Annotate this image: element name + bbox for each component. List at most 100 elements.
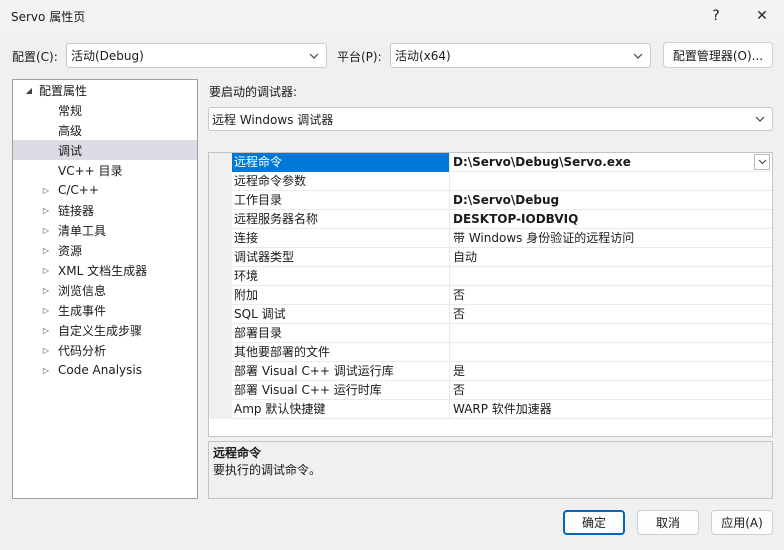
property-name[interactable]: Amp 默认快捷键: [232, 400, 450, 419]
tree-item[interactable]: ▷ XML 文档生成器: [13, 260, 197, 280]
row-gutter: [209, 381, 232, 400]
property-name[interactable]: 部署 Visual C++ 调试运行库: [232, 362, 450, 381]
ok-button[interactable]: 确定: [563, 510, 625, 535]
expander-arrow-icon[interactable]: ▷: [40, 264, 52, 276]
close-button[interactable]: ✕: [742, 0, 782, 32]
property-value[interactable]: WARP 软件加速器: [453, 400, 753, 419]
property-value[interactable]: D:\Servo\Debug: [453, 191, 753, 210]
tree-item[interactable]: 调试: [13, 140, 197, 160]
property-row[interactable]: SQL 调试否: [209, 305, 772, 324]
expander-arrow-icon[interactable]: ▷: [40, 204, 52, 216]
tree-item[interactable]: ▷ 清单工具: [13, 220, 197, 240]
property-name[interactable]: 连接: [232, 229, 450, 248]
property-name[interactable]: 部署 Visual C++ 运行时库: [232, 381, 450, 400]
tree-item[interactable]: ▷ 资源: [13, 240, 197, 260]
tree-item[interactable]: ▷ 自定义生成步骤: [13, 320, 197, 340]
property-row[interactable]: 部署 Visual C++ 运行时库否: [209, 381, 772, 400]
property-value[interactable]: [453, 343, 753, 362]
row-gutter: [209, 267, 232, 286]
property-name[interactable]: 远程服务器名称: [232, 210, 450, 229]
tree-item-label: 清单工具: [58, 223, 107, 238]
property-value[interactable]: D:\Servo\Debug\Servo.exe: [453, 153, 753, 172]
property-row[interactable]: 部署 Visual C++ 调试运行库是: [209, 362, 772, 381]
tree-item[interactable]: ▷ 代码分析: [13, 340, 197, 360]
property-row[interactable]: 部署目录: [209, 324, 772, 343]
property-row[interactable]: 连接带 Windows 身份验证的远程访问: [209, 229, 772, 248]
property-tree[interactable]: ◢ 配置属性 常规 高级 调试 VC++ 目录 ▷ C/C++ ▷ 链接器 ▷ 清单工具 ▷ 资源 ▷ XML…: [12, 79, 198, 499]
property-name[interactable]: 工作目录: [232, 191, 450, 210]
description-panel: 远程命令 要执行的调试命令。: [208, 441, 773, 499]
tree-item-label: 浏览信息: [58, 283, 107, 298]
property-value[interactable]: [453, 324, 753, 343]
row-gutter: [209, 229, 232, 248]
property-value[interactable]: [453, 172, 753, 191]
property-row[interactable]: 工作目录 D:\Servo\Debug: [209, 191, 772, 210]
expander-arrow-icon[interactable]: ▷: [40, 364, 52, 376]
chevron-down-icon[interactable]: [754, 154, 770, 170]
property-value[interactable]: DESKTOP-IODBVIQ: [453, 210, 753, 229]
property-row[interactable]: 环境: [209, 267, 772, 286]
tree-item[interactable]: ▷ 浏览信息: [13, 280, 197, 300]
tree-item[interactable]: ▷ 生成事件: [13, 300, 197, 320]
property-name[interactable]: SQL 调试: [232, 305, 450, 324]
debugger-label: 要启动的调试器:: [209, 85, 298, 99]
property-name[interactable]: 附加: [232, 286, 450, 305]
property-row[interactable]: 远程命令参数: [209, 172, 772, 191]
tree-item[interactable]: ▷ Code Analysis: [13, 360, 197, 380]
expander-arrow-icon[interactable]: ▷: [40, 344, 52, 356]
expander-arrow-icon[interactable]: ▷: [40, 324, 52, 336]
expander-arrow-icon[interactable]: ◢: [23, 84, 35, 96]
expander-arrow-icon[interactable]: ▷: [40, 224, 52, 236]
property-row[interactable]: 附加否: [209, 286, 772, 305]
config-select[interactable]: 活动(Debug): [66, 43, 327, 68]
tree-item-label: 配置属性: [39, 83, 88, 98]
property-name[interactable]: 远程命令: [232, 153, 450, 172]
row-gutter: [209, 172, 232, 191]
chevron-down-icon: [752, 111, 768, 127]
tree-item[interactable]: 常规: [13, 100, 197, 120]
property-value[interactable]: 是: [453, 362, 753, 381]
row-gutter: [209, 248, 232, 267]
expander-arrow-icon[interactable]: ▷: [40, 184, 52, 196]
tree-item[interactable]: VC++ 目录: [13, 160, 197, 180]
property-row[interactable]: 其他要部署的文件: [209, 343, 772, 362]
property-grid[interactable]: 远程命令 D:\Servo\Debug\Servo.exe 远程命令参数 工作目录 D:…: [208, 152, 773, 437]
help-button[interactable]: ?: [696, 0, 736, 32]
property-value[interactable]: 否: [453, 286, 753, 305]
chevron-down-icon: [630, 48, 646, 64]
expander-arrow-icon[interactable]: ▷: [40, 284, 52, 296]
tree-item-label: 自定义生成步骤: [58, 323, 143, 338]
property-name[interactable]: 调试器类型: [232, 248, 450, 267]
property-row[interactable]: Amp 默认快捷键 WARP 软件加速器: [209, 400, 772, 419]
property-value[interactable]: 否: [453, 305, 753, 324]
tree-item[interactable]: 高级: [13, 120, 197, 140]
property-value[interactable]: [453, 267, 753, 286]
row-gutter: [209, 286, 232, 305]
property-name[interactable]: 环境: [232, 267, 450, 286]
tree-item-label: C/C++: [58, 183, 99, 197]
property-value[interactable]: 否: [453, 381, 753, 400]
property-name[interactable]: 其他要部署的文件: [232, 343, 450, 362]
property-name[interactable]: 部署目录: [232, 324, 450, 343]
property-row[interactable]: 远程命令 D:\Servo\Debug\Servo.exe: [209, 153, 772, 172]
property-value[interactable]: 自动: [453, 248, 753, 267]
apply-button[interactable]: 应用(A): [711, 510, 773, 535]
expander-arrow-icon[interactable]: ▷: [40, 244, 52, 256]
row-gutter: [209, 191, 232, 210]
tree-item[interactable]: ▷ 链接器: [13, 200, 197, 220]
row-gutter: [209, 324, 232, 343]
debugger-select[interactable]: 远程 Windows 调试器: [208, 107, 773, 131]
row-gutter: [209, 343, 232, 362]
description-title: 远程命令: [213, 446, 262, 460]
config-manager-button[interactable]: 配置管理器(O)...: [663, 42, 773, 68]
cancel-button[interactable]: 取消: [637, 510, 699, 535]
platform-select[interactable]: 活动(x64): [390, 43, 651, 68]
property-row[interactable]: 调试器类型 自动: [209, 248, 772, 267]
property-name[interactable]: 远程命令参数: [232, 172, 450, 191]
tree-item[interactable]: ▷ C/C++: [13, 180, 197, 200]
tree-item[interactable]: ◢ 配置属性: [13, 80, 197, 100]
expander-arrow-icon[interactable]: ▷: [40, 304, 52, 316]
property-value[interactable]: 带 Windows 身份验证的远程访问: [453, 229, 753, 248]
property-row[interactable]: 远程服务器名称 DESKTOP-IODBVIQ: [209, 210, 772, 229]
